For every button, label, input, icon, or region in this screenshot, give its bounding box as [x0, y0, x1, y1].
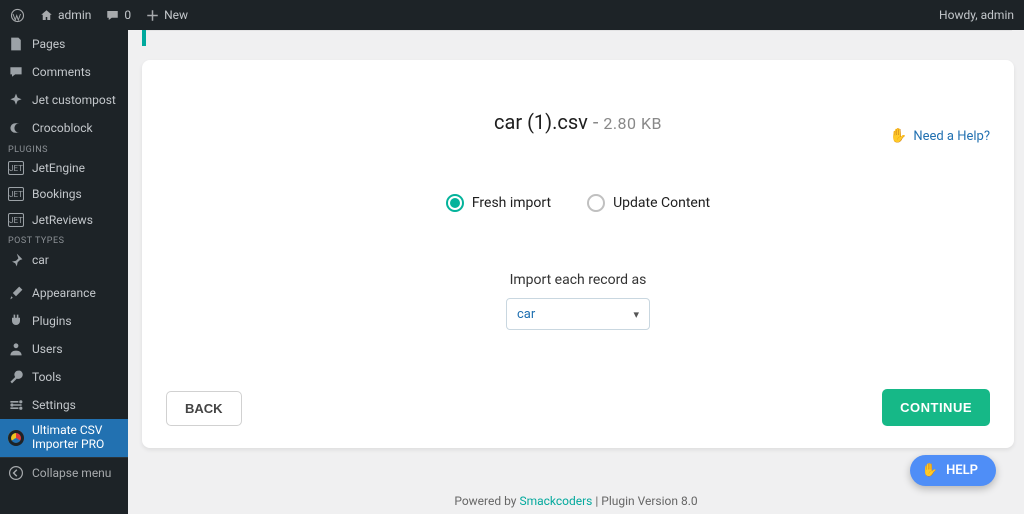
sidebar-item-label: JetReviews — [32, 213, 93, 227]
comments-link[interactable]: 0 — [105, 8, 131, 23]
sparkle-icon — [8, 92, 24, 108]
sidebar-item-label: Comments — [32, 65, 91, 79]
sidebar-item-label: Ultimate CSV Importer PRO — [32, 424, 104, 452]
hand-icon: ✋ — [922, 463, 938, 478]
pin-icon — [8, 252, 24, 268]
back-button[interactable]: BACK — [166, 391, 242, 426]
sidebar-item-label: Plugins — [32, 314, 72, 328]
content-area: car (1).csv - 2.80 KB ✋ Need a Help? Fre… — [128, 30, 1024, 514]
comment-icon — [8, 64, 24, 80]
comment-icon — [105, 8, 120, 23]
select-value: car — [517, 307, 535, 322]
notice-strip — [142, 30, 1012, 46]
sidebar-item-label: Bookings — [32, 187, 82, 201]
chevron-down-icon: ▾ — [633, 308, 639, 321]
jet-icon: JET — [8, 213, 24, 227]
sidebar-item-appearance[interactable]: Appearance — [0, 279, 128, 307]
wordpress-icon — [10, 8, 25, 23]
footer: Powered by Smackcoders | Plugin Version … — [128, 494, 1024, 508]
radio-label: Fresh import — [472, 195, 551, 211]
jet-icon: JET — [8, 161, 24, 175]
wrench-icon — [8, 369, 24, 385]
sidebar-item-label: Users — [32, 342, 63, 356]
sidebar-item-comments[interactable]: Comments — [0, 58, 128, 86]
radio-label: Update Content — [613, 195, 710, 211]
file-size: 2.80 KB — [603, 114, 662, 133]
home-icon — [39, 8, 54, 23]
sidebar-item-label: Jet custompost — [32, 93, 116, 107]
sidebar-item-users[interactable]: Users — [0, 335, 128, 363]
sidebar-item-label: Pages — [32, 37, 65, 51]
page-icon — [8, 36, 24, 52]
sliders-icon — [8, 397, 24, 413]
sidebar-item-bookings[interactable]: JET Bookings — [0, 181, 128, 207]
radio-icon — [446, 194, 464, 212]
plug-icon — [8, 313, 24, 329]
sidebar-item-car[interactable]: car — [0, 246, 128, 274]
sidebar-item-label: Crocoblock — [32, 121, 93, 135]
wp-admin-sidebar: Pages Comments Jet custompost Crocoblock… — [0, 30, 128, 514]
site-name-link[interactable]: admin — [39, 8, 91, 23]
collapse-icon — [8, 465, 24, 481]
sidebar-item-label: JetEngine — [32, 161, 85, 175]
new-label: New — [164, 8, 188, 22]
sidebar-item-label: Settings — [32, 398, 76, 412]
collapse-label: Collapse menu — [32, 466, 111, 480]
help-fab[interactable]: ✋ HELP — [910, 455, 996, 486]
sidebar-heading-plugins: PLUGINS — [0, 142, 128, 155]
file-name: car (1).csv — [494, 110, 588, 134]
footer-suffix: | Plugin Version 8.0 — [592, 494, 697, 508]
sidebar-item-label: Appearance — [32, 286, 96, 300]
wp-logo[interactable] — [10, 8, 25, 23]
sidebar-item-settings[interactable]: Settings — [0, 391, 128, 419]
user-icon — [8, 341, 24, 357]
sidebar-item-label: car — [32, 253, 49, 267]
comments-count: 0 — [124, 8, 131, 22]
howdy-text: Howdy, admin — [939, 8, 1014, 22]
footer-link[interactable]: Smackcoders — [519, 494, 592, 508]
need-help-link[interactable]: ✋ Need a Help? — [890, 128, 990, 144]
radio-update-content[interactable]: Update Content — [587, 194, 710, 212]
hand-icon: ✋ — [890, 128, 907, 144]
file-heading: car (1).csv - 2.80 KB — [142, 110, 1014, 134]
import-mode-radios: Fresh import Update Content — [142, 194, 1014, 212]
jet-icon: JET — [8, 187, 24, 201]
need-help-text: Need a Help? — [913, 129, 990, 144]
import-as-label: Import each record as — [142, 272, 1014, 288]
sidebar-item-pages[interactable]: Pages — [0, 30, 128, 58]
radio-icon — [587, 194, 605, 212]
sidebar-item-plugins[interactable]: Plugins — [0, 307, 128, 335]
csv-importer-icon — [8, 430, 24, 446]
import-panel: car (1).csv - 2.80 KB ✋ Need a Help? Fre… — [142, 60, 1014, 448]
collapse-menu[interactable]: Collapse menu — [0, 457, 128, 488]
wp-admin-bar: admin 0 New Howdy, admin — [0, 0, 1024, 30]
sidebar-item-jetengine[interactable]: JET JetEngine — [0, 155, 128, 181]
plus-icon — [145, 8, 160, 23]
radio-fresh-import[interactable]: Fresh import — [446, 194, 551, 212]
howdy-link[interactable]: Howdy, admin — [939, 8, 1014, 22]
sidebar-heading-posttypes: POST TYPES — [0, 233, 128, 246]
continue-button[interactable]: CONTINUE — [882, 389, 990, 426]
sidebar-item-tools[interactable]: Tools — [0, 363, 128, 391]
help-fab-label: HELP — [946, 463, 978, 478]
sidebar-item-jetreviews[interactable]: JET JetReviews — [0, 207, 128, 233]
sidebar-item-csv-importer[interactable]: Ultimate CSV Importer PRO — [0, 419, 128, 457]
site-name-text: admin — [58, 8, 91, 22]
import-as-select[interactable]: car ▾ — [506, 298, 650, 330]
footer-prefix: Powered by — [454, 494, 519, 508]
sidebar-item-label: Tools — [32, 370, 61, 384]
sidebar-item-jetcustompost[interactable]: Jet custompost — [0, 86, 128, 114]
sidebar-item-crocoblock[interactable]: Crocoblock — [0, 114, 128, 142]
croco-icon — [8, 120, 24, 136]
new-link[interactable]: New — [145, 8, 188, 23]
brush-icon — [8, 285, 24, 301]
